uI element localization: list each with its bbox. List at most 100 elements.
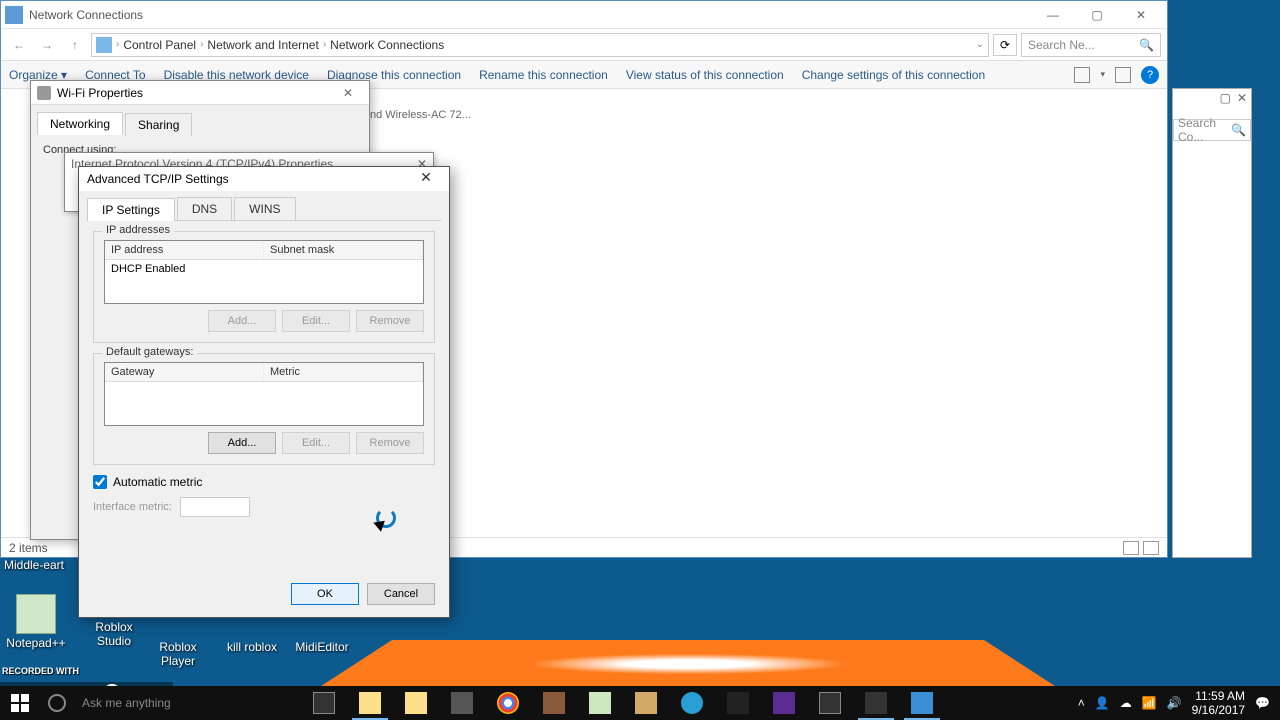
taskbar-app-calculator[interactable] bbox=[440, 686, 484, 720]
desktop-icon-kill-roblox[interactable]: kill roblox bbox=[220, 640, 284, 654]
list-item[interactable]: DHCP Enabled bbox=[105, 260, 423, 278]
network-icon bbox=[5, 6, 23, 24]
tray-chevron-icon[interactable]: ˄ bbox=[1078, 696, 1085, 710]
close-button[interactable]: ✕ bbox=[411, 169, 441, 189]
chevron-down-icon[interactable]: ▾ bbox=[1100, 69, 1105, 80]
crumb-network-connections[interactable]: Network Connections bbox=[330, 38, 444, 52]
breadcrumb-icon bbox=[96, 37, 112, 53]
taskbar-app-settings[interactable] bbox=[854, 686, 898, 720]
ip-addresses-group: IP addresses IP address Subnet mask DHCP… bbox=[93, 231, 435, 343]
desktop-icon-roblox-player[interactable]: Roblox Player bbox=[146, 640, 210, 668]
window-title: Network Connections bbox=[29, 8, 1031, 22]
item-count: 2 items bbox=[9, 541, 48, 555]
interface-metric-label: Interface metric: bbox=[93, 501, 172, 513]
taskbar-app-chrome[interactable] bbox=[486, 686, 530, 720]
taskbar-clock[interactable]: 11:59 AM 9/16/2017 bbox=[1192, 689, 1245, 718]
preview-pane-icon[interactable] bbox=[1115, 67, 1131, 83]
up-button[interactable]: ↑ bbox=[63, 33, 87, 57]
col-ip-address[interactable]: IP address bbox=[105, 241, 264, 259]
advanced-tcpip-dialog: Advanced TCP/IP Settings ✕ IP Settings D… bbox=[78, 166, 450, 618]
ip-addresses-list[interactable]: IP address Subnet mask DHCP Enabled bbox=[104, 240, 424, 304]
details-view-icon[interactable] bbox=[1123, 541, 1139, 555]
view-options-icon[interactable] bbox=[1074, 67, 1090, 83]
gw-edit-button: Edit... bbox=[282, 432, 350, 454]
navbar: ← → ↑ › Control Panel › Network and Inte… bbox=[1, 29, 1167, 61]
tray-people-icon[interactable]: 👤 bbox=[1095, 696, 1110, 710]
gw-add-button[interactable]: Add... bbox=[208, 432, 276, 454]
dialog-title: Advanced TCP/IP Settings bbox=[87, 172, 229, 186]
titlebar[interactable]: Network Connections — ▢ ✕ bbox=[1, 1, 1167, 29]
taskbar-app-generic3[interactable] bbox=[670, 686, 714, 720]
secondary-search[interactable]: Search Co... 🔍 bbox=[1173, 119, 1251, 141]
desktop-icon-midieditor[interactable]: MidiEditor bbox=[290, 640, 354, 654]
desktop-icon-roblox-studio[interactable]: Roblox Studio bbox=[82, 620, 146, 648]
tab-wins[interactable]: WINS bbox=[234, 197, 295, 220]
close-button[interactable]: ✕ bbox=[333, 86, 363, 100]
close-button[interactable]: ✕ bbox=[1237, 91, 1247, 107]
ip-remove-button: Remove bbox=[356, 310, 424, 332]
taskbar-app-explorer2[interactable] bbox=[394, 686, 438, 720]
ok-button[interactable]: OK bbox=[291, 583, 359, 605]
gw-remove-button: Remove bbox=[356, 432, 424, 454]
ip-add-button: Add... bbox=[208, 310, 276, 332]
taskbar-app-generic4[interactable] bbox=[808, 686, 852, 720]
col-subnet-mask[interactable]: Subnet mask bbox=[264, 241, 423, 259]
help-icon[interactable]: ? bbox=[1141, 66, 1159, 84]
taskbar-app-explorer[interactable] bbox=[348, 686, 392, 720]
chevron-down-icon[interactable]: ⌄ bbox=[976, 39, 984, 50]
taskbar-app-vs[interactable] bbox=[762, 686, 806, 720]
task-view-button[interactable] bbox=[302, 686, 346, 720]
system-tray: ˄ 👤 ☁ 📶 🔊 11:59 AM 9/16/2017 💬 bbox=[1068, 689, 1280, 718]
tray-network-icon[interactable]: 📶 bbox=[1142, 696, 1157, 710]
ip-edit-button: Edit... bbox=[282, 310, 350, 332]
col-gateway[interactable]: Gateway bbox=[105, 363, 264, 381]
tray-volume-icon[interactable]: 🔊 bbox=[1167, 696, 1182, 710]
crumb-network-internet[interactable]: Network and Internet bbox=[207, 38, 318, 52]
cancel-button[interactable]: Cancel bbox=[367, 583, 435, 605]
search-input[interactable]: Search Ne... 🔍 bbox=[1021, 33, 1161, 57]
wifi-adapter-tile[interactable]: 2 l Band Wireless-AC 72... bbox=[351, 97, 491, 137]
view-status-button[interactable]: View status of this connection bbox=[626, 68, 784, 82]
taskbar-app-generic2[interactable] bbox=[624, 686, 668, 720]
taskbar: Ask me anything ˄ 👤 ☁ 📶 🔊 11:59 AM 9/16/… bbox=[0, 686, 1280, 720]
dialog-titlebar[interactable]: Advanced TCP/IP Settings ✕ bbox=[79, 167, 449, 191]
taskbar-app-notepadpp[interactable] bbox=[578, 686, 622, 720]
col-metric[interactable]: Metric bbox=[264, 363, 423, 381]
large-icons-view-icon[interactable] bbox=[1143, 541, 1159, 555]
tab-dns[interactable]: DNS bbox=[177, 197, 232, 220]
desktop-icon-middle-earth[interactable]: Middle-eart bbox=[2, 558, 66, 572]
automatic-metric-checkbox[interactable] bbox=[93, 475, 107, 489]
forward-button[interactable]: → bbox=[35, 33, 59, 57]
tab-sharing[interactable]: Sharing bbox=[125, 113, 192, 136]
wifi-icon bbox=[37, 86, 51, 100]
gateways-list[interactable]: Gateway Metric bbox=[104, 362, 424, 426]
tabstrip: IP Settings DNS WINS bbox=[87, 197, 441, 221]
search-placeholder: Search Ne... bbox=[1028, 38, 1095, 52]
taskbar-app-control-panel[interactable] bbox=[900, 686, 944, 720]
default-gateways-group: Default gateways: Gateway Metric Add... … bbox=[93, 353, 435, 465]
maximize-button[interactable]: ▢ bbox=[1220, 91, 1231, 107]
tab-ip-settings[interactable]: IP Settings bbox=[87, 198, 175, 221]
crumb-control-panel[interactable]: Control Panel bbox=[123, 38, 196, 52]
refresh-button[interactable]: ⟳ bbox=[993, 34, 1017, 56]
tab-networking[interactable]: Networking bbox=[37, 112, 123, 135]
dialog-titlebar[interactable]: Wi-Fi Properties ✕ bbox=[31, 81, 369, 105]
minimize-button[interactable]: — bbox=[1031, 2, 1075, 28]
action-center-icon[interactable]: 💬 bbox=[1255, 696, 1270, 710]
cortana-search-input[interactable]: Ask me anything bbox=[74, 696, 294, 710]
close-button[interactable]: ✕ bbox=[1119, 2, 1163, 28]
rename-button[interactable]: Rename this connection bbox=[479, 68, 608, 82]
back-button[interactable]: ← bbox=[7, 33, 31, 57]
desktop-icon-notepadpp[interactable]: Notepad++ bbox=[4, 594, 68, 650]
change-settings-button[interactable]: Change settings of this connection bbox=[802, 68, 985, 82]
breadcrumb[interactable]: › Control Panel › Network and Internet ›… bbox=[91, 33, 989, 57]
taskbar-app-generic1[interactable] bbox=[532, 686, 576, 720]
dialog-title: Wi-Fi Properties bbox=[57, 86, 143, 100]
cortana-button[interactable] bbox=[40, 686, 74, 720]
maximize-button[interactable]: ▢ bbox=[1075, 2, 1119, 28]
start-button[interactable] bbox=[0, 686, 40, 720]
interface-metric-input bbox=[180, 497, 250, 517]
taskbar-app-cmd[interactable] bbox=[716, 686, 760, 720]
tray-onedrive-icon[interactable]: ☁ bbox=[1120, 696, 1132, 710]
wallpaper-swoosh bbox=[318, 640, 1058, 688]
